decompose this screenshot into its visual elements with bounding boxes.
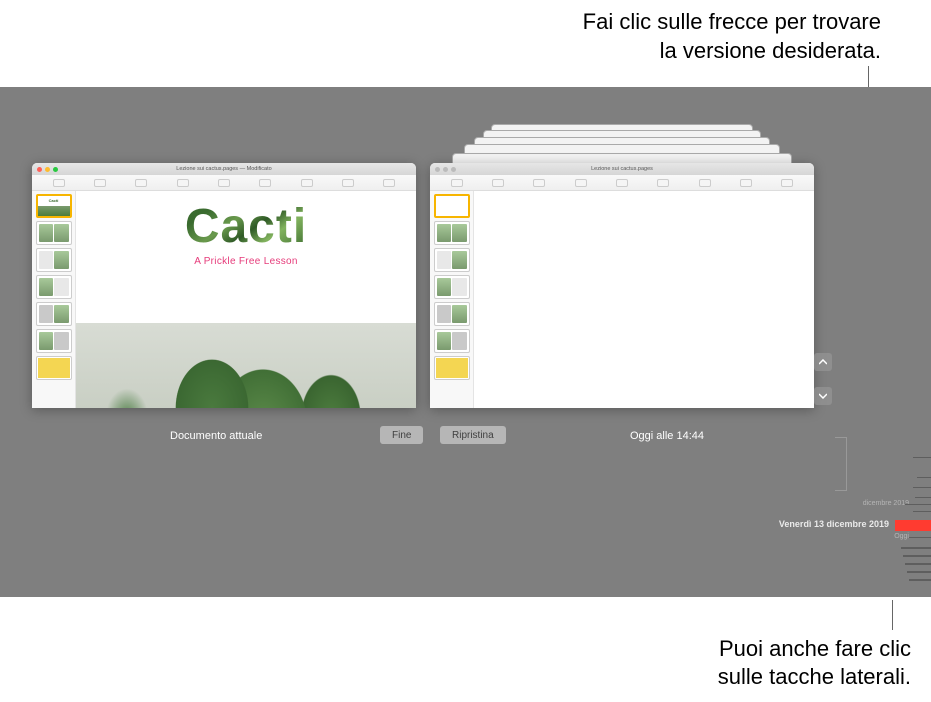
timeline-selected-label: Venerdì 13 dicembre 2019 [779,519,889,529]
done-button[interactable]: Fine [380,426,423,444]
toolbar-button[interactable] [135,179,147,187]
slide-thumb-1[interactable]: Cacti [36,194,72,218]
slide-thumb-2[interactable] [434,221,470,245]
toolbar-button[interactable] [451,179,463,187]
timeline-tick[interactable] [905,504,931,505]
toolbar-button[interactable] [218,179,230,187]
slide-thumb-5[interactable] [36,302,72,326]
callout-top-line2: la versione desiderata. [583,37,881,66]
timeline-tick[interactable] [909,537,931,538]
callout-bottom: Puoi anche fare clic sulle tacche latera… [718,635,911,692]
slide-canvas-left[interactable]: Cacti A Prickle Free Lesson [76,191,416,408]
version-timestamp-label: Oggi alle 14:44 [630,430,704,442]
toolbar-button[interactable] [657,179,669,187]
versions-gallery: Lezione sui cactus.pages — Modificato Ca… [0,87,931,597]
toolbar-button[interactable] [740,179,752,187]
toolbar-button[interactable] [492,179,504,187]
toolbar-button[interactable] [383,179,395,187]
timeline-tick[interactable] [909,579,931,581]
timeline-tick[interactable] [907,571,931,573]
toolbar-button[interactable] [177,179,189,187]
callout-bottom-line2: sulle tacche laterali. [718,663,911,692]
slide-sidebar-left[interactable]: Cacti [32,191,76,408]
callout-top: Fai clic sulle frecce per trovare la ver… [583,8,881,65]
timeline-tick[interactable] [915,457,931,458]
window-body-right [430,191,814,408]
slide-photo [76,323,416,408]
titlebar-right: Lezione sui cactus.pages [430,163,814,175]
slide-subtitle: A Prickle Free Lesson [194,256,298,267]
current-document-window[interactable]: Lezione sui cactus.pages — Modificato Ca… [32,163,416,408]
slide-thumb-7[interactable] [434,356,470,380]
slide-sidebar-right[interactable] [430,191,474,408]
timeline-tick[interactable] [915,497,931,498]
toolbar-button[interactable] [575,179,587,187]
slide-canvas-right[interactable] [474,191,814,408]
chevron-down-icon [819,393,827,399]
slide-thumb-6[interactable] [36,329,72,353]
restore-button[interactable]: Ripristina [440,426,506,444]
window-body-left: Cacti [32,191,416,408]
timeline-tick[interactable] [901,547,931,549]
slide-thumb-4[interactable] [36,275,72,299]
toolbar-right [430,175,814,191]
titlebar-left: Lezione sui cactus.pages — Modificato [32,163,416,175]
callout-connector-top [868,66,869,87]
slide-thumb-7[interactable] [36,356,72,380]
slide-thumb-5[interactable] [434,302,470,326]
window-title-left: Lezione sui cactus.pages — Modificato [32,166,416,172]
toolbar-button[interactable] [301,179,313,187]
slide-thumb-3[interactable] [434,248,470,272]
toolbar-button[interactable] [94,179,106,187]
timeline-tick[interactable] [917,477,931,478]
toolbar-button[interactable] [699,179,711,187]
callout-connector-bottom [892,600,893,630]
callout-top-line1: Fai clic sulle frecce per trovare [583,8,881,37]
done-button-label: Fine [392,430,411,441]
toolbar-button[interactable] [259,179,271,187]
toolbar-button[interactable] [781,179,793,187]
timeline-month-label: dicembre 2019 [863,500,909,507]
callout-bottom-line1: Puoi anche fare clic [718,635,911,664]
timeline[interactable]: dicembre 2019 Venerdì 13 dicembre 2019 O… [831,457,931,597]
version-next-arrow[interactable] [814,387,832,405]
timeline-tick[interactable] [913,511,931,512]
toolbar-button[interactable] [342,179,354,187]
slide-thumb-2[interactable] [36,221,72,245]
toolbar-left [32,175,416,191]
version-previous-arrow[interactable] [814,353,832,371]
current-document-label: Documento attuale [170,430,262,442]
slide-thumb-3[interactable] [36,248,72,272]
timeline-current-marker[interactable] [895,520,931,531]
toolbar-button[interactable] [616,179,628,187]
toolbar-button[interactable] [533,179,545,187]
timeline-tick[interactable] [905,563,931,565]
toolbar-button[interactable] [53,179,65,187]
slide-thumb-blank[interactable] [434,194,470,218]
chevron-up-icon [819,359,827,365]
restore-button-label: Ripristina [452,430,494,441]
slide-thumb-6[interactable] [434,329,470,353]
slide-title: Cacti [185,199,307,254]
timeline-today-label: Oggi [894,533,909,540]
timeline-tick[interactable] [913,487,931,488]
previous-version-window[interactable]: Lezione sui cactus.pages [430,163,814,408]
slide-thumb-4[interactable] [434,275,470,299]
window-title-right: Lezione sui cactus.pages [430,166,814,172]
timeline-tick[interactable] [903,555,931,557]
